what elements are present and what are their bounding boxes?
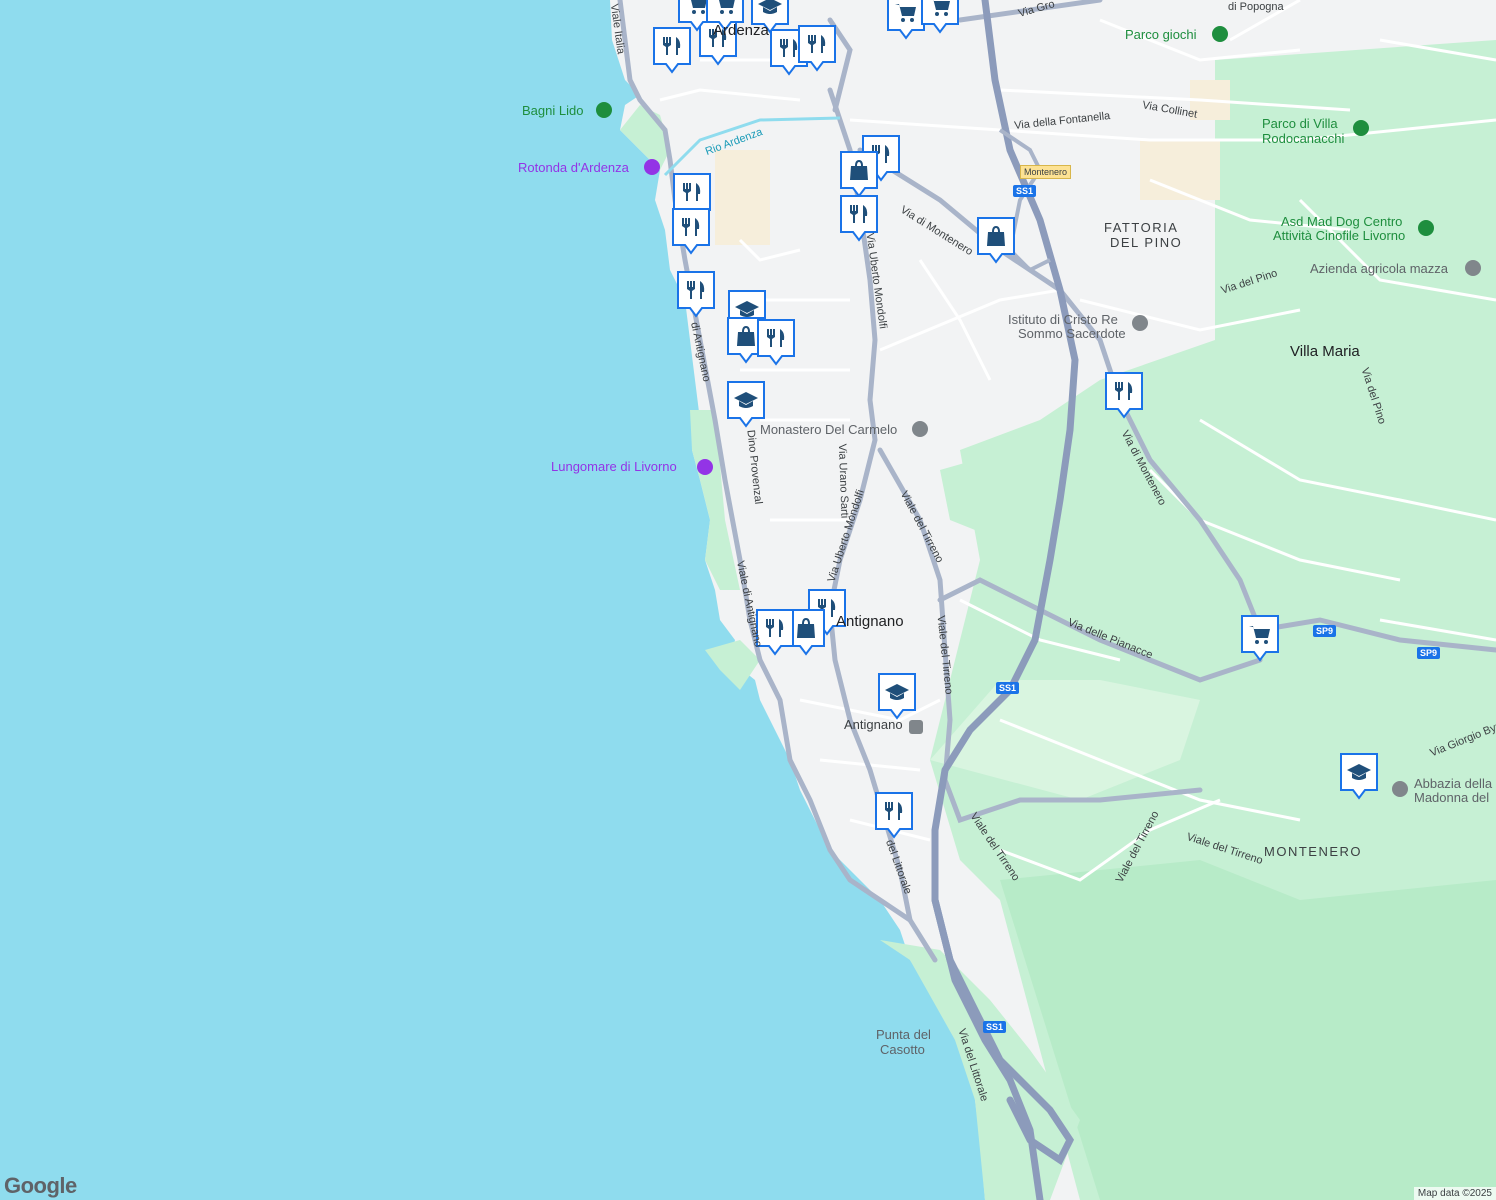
poi-asd-1[interactable]: Asd Mad Dog Centro [1281, 215, 1402, 229]
marker-abbazia [1392, 781, 1408, 797]
station-antignano-label[interactable]: Antignano [844, 718, 903, 732]
google-logo: Google [4, 1173, 77, 1198]
map-data-attribution[interactable]: Map data ©2025 [1413, 1187, 1496, 1200]
marker-azienda [1465, 260, 1481, 276]
place-ardenza: Ardenza [713, 22, 769, 39]
poi-azienda[interactable]: Azienda agricola mazza [1310, 262, 1448, 276]
marker-monastero [912, 421, 928, 437]
photo-marker-rotonda [644, 159, 660, 175]
area-fattoria-2: DEL PINO [1110, 235, 1183, 250]
church-marker-istituto [1132, 315, 1148, 331]
poi-rotonda[interactable]: Rotonda d'Ardenza [518, 161, 629, 175]
area-montenero: MONTENERO [1264, 844, 1362, 859]
poi-istituto-2[interactable]: Sommo Sacerdote [1018, 327, 1126, 341]
poi-lungomare[interactable]: Lungomare di Livorno [551, 460, 677, 474]
poi-punta-2[interactable]: Casotto [880, 1043, 925, 1057]
place-antignano: Antignano [836, 613, 904, 630]
route-shield-sp9: SP9 [1417, 647, 1441, 659]
poi-abbazia-1[interactable]: Abbazia della [1414, 777, 1492, 791]
place-villa-maria: Villa Maria [1290, 343, 1360, 360]
area-fattoria-1: FATTORIA [1104, 220, 1179, 235]
park-marker-parco-giochi [1212, 26, 1228, 42]
route-shield-ss1: SS1 [983, 1021, 1007, 1033]
road-popogna: di Popogna [1228, 1, 1284, 13]
poi-asd-2[interactable]: Attività Cinofile Livorno [1273, 229, 1405, 243]
poi-parco-villa-2[interactable]: Rodocanacchi [1262, 132, 1344, 146]
junction-tag-montenero: Montenero [1020, 165, 1072, 179]
park-marker-asd [1418, 220, 1434, 236]
park-marker-bagni-lido [596, 102, 612, 118]
route-shield-sp9: SP9 [1313, 625, 1337, 637]
poi-parco-villa-1[interactable]: Parco di Villa [1262, 117, 1338, 131]
route-shield-ss1: SS1 [996, 682, 1020, 694]
poi-monastero[interactable]: Monastero Del Carmelo [760, 423, 897, 437]
poi-abbazia-2[interactable]: Madonna del [1414, 791, 1489, 805]
poi-bagni-lido[interactable]: Bagni Lido [522, 104, 583, 118]
poi-punta-1[interactable]: Punta del [876, 1028, 931, 1042]
photo-marker-lungomare [697, 459, 713, 475]
station-marker-antignano [909, 720, 923, 734]
poi-istituto-1[interactable]: Istituto di Cristo Re [1008, 313, 1118, 327]
route-shield-ss1: SS1 [1013, 185, 1037, 197]
poi-parco-giochi[interactable]: Parco giochi [1125, 28, 1197, 42]
park-marker-parco-villa [1353, 120, 1369, 136]
